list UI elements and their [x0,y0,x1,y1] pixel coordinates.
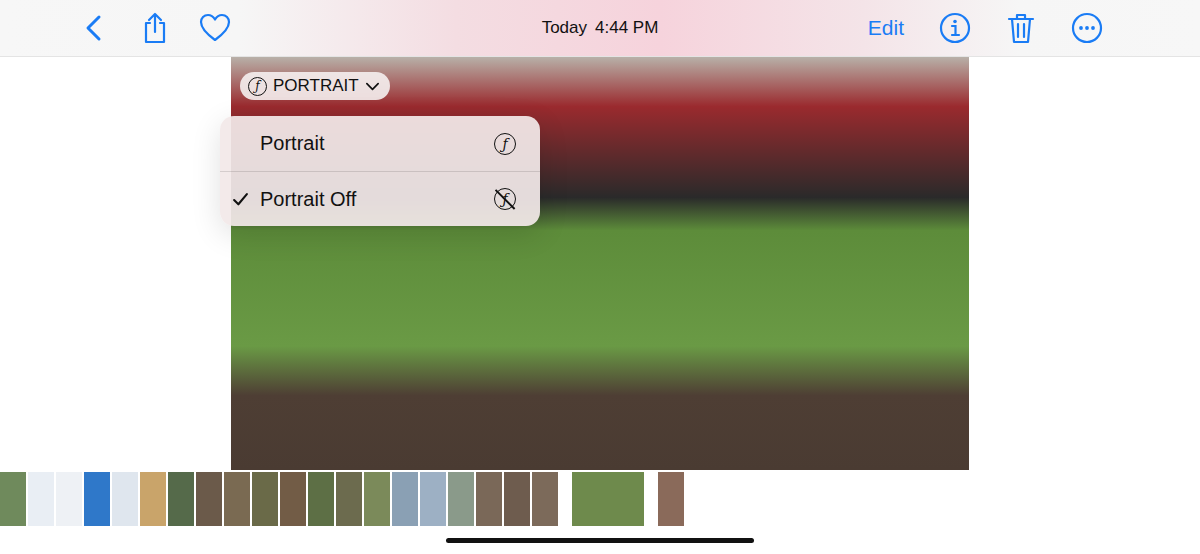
thumbnail[interactable] [56,472,82,526]
thumbnail[interactable] [84,472,110,526]
menu-item[interactable]: Portrait ƒ [220,116,540,171]
menu-item-label: Portrait Off [260,188,494,211]
thumbnail[interactable] [112,472,138,526]
home-indicator [446,538,754,543]
menu-item-label: Portrait [260,132,494,155]
aperture-off-icon: ƒ [494,188,516,210]
thumbnail[interactable] [572,472,644,526]
right-toolbar: Edit [658,11,1200,45]
portrait-badge-label: PORTRAIT [273,76,359,96]
chevron-down-icon [365,79,380,94]
thumbnail[interactable] [448,472,474,526]
thumbnail[interactable] [168,472,194,526]
aperture-icon: ƒ [248,77,267,96]
thumbnail[interactable] [224,472,250,526]
info-icon[interactable] [938,11,972,45]
photo-viewer: Today 4:44 PM Edit ƒ PORTRAIT Portrait ƒ… [0,0,1200,554]
aperture-icon: ƒ [494,133,516,155]
thumbnail[interactable] [476,472,502,526]
thumbnail[interactable] [532,472,558,526]
thumbnail[interactable] [308,472,334,526]
thumbnail[interactable] [140,472,166,526]
portrait-badge[interactable]: ƒ PORTRAIT [240,72,390,100]
thumbnail[interactable] [28,472,54,526]
thumbnail-strip [0,472,1200,526]
thumbnail[interactable] [658,472,684,526]
thumbnail[interactable] [280,472,306,526]
more-icon[interactable] [1070,11,1104,45]
share-icon[interactable] [138,11,172,45]
thumbnail[interactable] [196,472,222,526]
photo-stage: ƒ PORTRAIT Portrait ƒ Portrait Off ƒ [0,57,1200,470]
heart-icon[interactable] [198,11,232,45]
date-time: Today 4:44 PM [542,18,659,38]
check-slot [232,191,260,208]
thumbnail[interactable] [504,472,530,526]
top-bar: Today 4:44 PM Edit [0,0,1200,57]
thumbnail[interactable] [364,472,390,526]
thumbnail[interactable] [392,472,418,526]
thumbnail[interactable] [336,472,362,526]
thumbnail[interactable] [0,472,26,526]
photo[interactable]: ƒ PORTRAIT Portrait ƒ Portrait Off ƒ [231,57,969,470]
portrait-menu: Portrait ƒ Portrait Off ƒ [220,116,540,226]
edit-button[interactable]: Edit [868,16,904,40]
left-toolbar [0,11,542,45]
thumbnail[interactable] [420,472,446,526]
trash-icon[interactable] [1004,11,1038,45]
date-label: Today [542,18,587,38]
back-chevron-icon[interactable] [78,11,112,45]
time-label: 4:44 PM [595,18,658,38]
menu-item[interactable]: Portrait Off ƒ [220,171,540,226]
home-area [0,526,1200,554]
thumbnail[interactable] [252,472,278,526]
checkmark-icon [232,191,249,208]
